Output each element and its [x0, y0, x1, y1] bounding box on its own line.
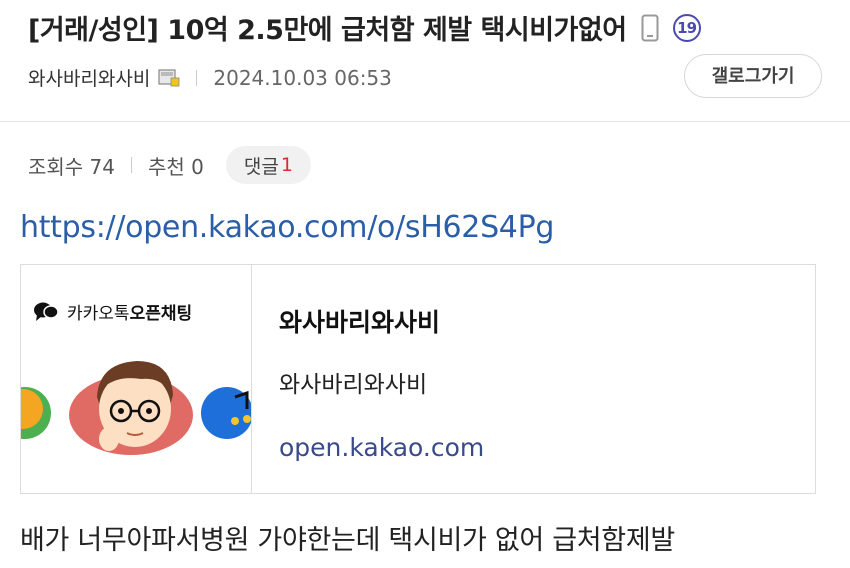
- kakao-openchat-brand: 카카오톡 오픈채팅: [33, 299, 192, 324]
- gallog-button[interactable]: 갤로그가기: [684, 54, 822, 98]
- character-illustration: [21, 361, 251, 455]
- view-count: 조회수 74: [28, 154, 116, 179]
- card-description: 와사바리와사비: [279, 372, 428, 398]
- recommend-count: 추천 0: [148, 154, 204, 179]
- comment-count: 1: [280, 154, 293, 176]
- header-divider: [0, 121, 850, 122]
- brand-suffix: 오픈채팅: [129, 304, 193, 324]
- post-date: 2024.10.03 06:53: [213, 65, 392, 90]
- openchat-link[interactable]: https://open.kakao.com/o/sH62S4Pg: [20, 210, 554, 245]
- author-name[interactable]: 와사바리와사비: [28, 64, 150, 91]
- post-body: 배가 너무아파서병원 가야한는데 택시비가 없어 급처함제발: [20, 525, 675, 556]
- speech-bubble-icon: [34, 302, 59, 321]
- comment-button[interactable]: 댓글 1: [225, 146, 311, 184]
- card-title: 와사바리와사비: [279, 308, 441, 337]
- member-icon: [158, 68, 180, 86]
- card-domain: open.kakao.com: [279, 433, 485, 462]
- adult-badge: 19: [672, 13, 701, 42]
- card-thumbnail: 카카오톡 오픈채팅: [21, 265, 252, 493]
- post-title: [거래/성인] 10억 2.5만에 급처함 제발 택시비가없어: [28, 15, 627, 46]
- brand-prefix: 카카오톡: [67, 304, 130, 324]
- separator: [131, 157, 133, 173]
- post-stats: 조회수 74 추천 0 댓글 1: [28, 146, 311, 184]
- comment-label: 댓글: [243, 155, 279, 178]
- post-title-row: [거래/성인] 10억 2.5만에 급처함 제발 택시비가없어 19: [28, 8, 701, 47]
- mobile-icon: [641, 14, 659, 41]
- post-meta: 와사바리와사비 2024.10.03 06:53: [28, 64, 392, 91]
- link-preview-card[interactable]: 카카오톡 오픈채팅 와사바리와사비 와사바리와사비 open.kakao.com: [20, 264, 816, 494]
- separator: [196, 69, 198, 86]
